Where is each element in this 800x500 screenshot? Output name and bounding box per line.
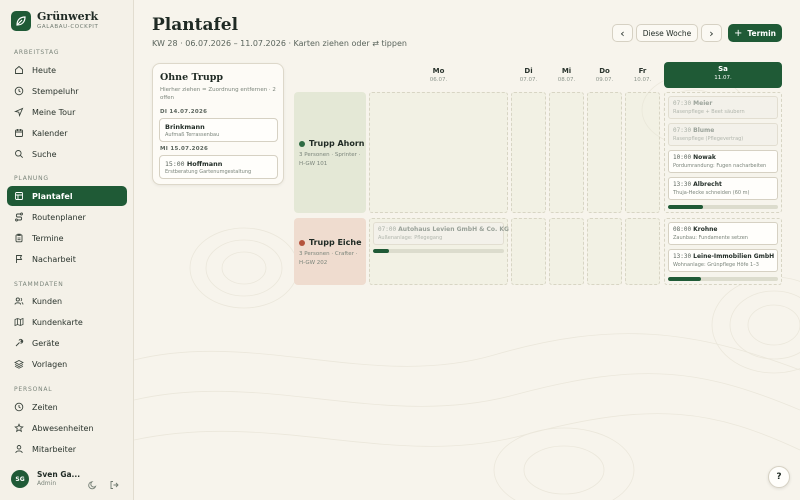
user-role: Admin — [37, 480, 57, 487]
clock-icon — [14, 86, 24, 96]
search-icon — [14, 149, 24, 159]
job-card-krohne[interactable]: 08:00 Krohne Zaunbau: Fundamente setzen — [668, 222, 778, 245]
users-icon — [14, 296, 24, 306]
sidebar-item-suche[interactable]: Suche — [7, 144, 127, 164]
user-profile[interactable]: SG Sven Ga... Admin — [11, 470, 80, 488]
user-name: Sven Ga... — [37, 470, 81, 479]
cell-ahorn-fr[interactable] — [625, 92, 660, 213]
sidebar-item-kalender[interactable]: Kalender — [7, 123, 127, 143]
moon-icon[interactable] — [88, 475, 98, 490]
page-title: Plantafel — [152, 15, 239, 35]
clock-icon — [14, 402, 24, 412]
sidebar-item-nacharbeit[interactable]: Nacharbeit — [7, 249, 127, 269]
route-icon — [14, 212, 24, 222]
next-week-button[interactable]: › — [701, 24, 722, 42]
job-card-albrecht[interactable]: 13:30 Albrecht Thuja-Hecke schneiden (60… — [668, 177, 778, 200]
progress-bar-ahorn-sa — [668, 205, 778, 209]
cell-ahorn-mo[interactable] — [369, 92, 508, 213]
sidebar-item-meine-tour[interactable]: Meine Tour — [7, 102, 127, 122]
sidebar-item-kundenkarte[interactable]: Kundenkarte — [7, 312, 127, 332]
unassigned-pool[interactable]: Ohne Trupp Hierher ziehen = Zuordnung en… — [152, 63, 284, 185]
brand-title: Grünwerk — [37, 10, 99, 23]
day-header-mo: Mo 06.07. — [429, 67, 448, 83]
prev-week-button[interactable]: ‹ — [612, 24, 633, 42]
progress-bar-eiche-mo — [373, 249, 504, 253]
section-label-planung: PLANUNG — [14, 175, 49, 182]
sidebar: Grünwerk GALABAU-COCKPIT ARBEITSTAG Heut… — [0, 0, 134, 500]
day-header-do: Do 09.07. — [595, 67, 614, 83]
flag-icon — [14, 254, 24, 264]
leaf-icon — [11, 11, 31, 31]
layers-icon — [14, 359, 24, 369]
chevron-left-icon: ‹ — [620, 26, 625, 40]
progress-bar-eiche-sa — [668, 277, 778, 281]
status-dot-icon — [299, 239, 305, 246]
sidebar-item-termine[interactable]: Termine — [7, 228, 127, 248]
job-card-nowak[interactable]: 10:00 Nowak Pordumrandung: Fugen nacharb… — [668, 150, 778, 173]
tool-icon — [14, 338, 24, 348]
sidebar-item-plantafel[interactable]: Plantafel — [7, 186, 127, 206]
sidebar-item-routenplaner[interactable]: Routenplaner — [7, 207, 127, 227]
sidebar-item-zeiten[interactable]: Zeiten — [7, 397, 127, 417]
pool-day-label: DI 14.07.2026 — [160, 109, 208, 115]
day-header-mi: Mi 08.07. — [557, 67, 576, 83]
section-label-stammdaten: STAMMDATEN — [14, 281, 64, 288]
this-week-button[interactable]: Diese Woche — [636, 24, 698, 42]
job-card-leine-immobilien[interactable]: 13:30 Leine-Immobilien GmbH Wohnanlage: … — [668, 249, 778, 272]
sidebar-item-abwesenheiten[interactable]: Abwesenheiten — [7, 418, 127, 438]
grid-icon — [14, 191, 24, 201]
sidebar-item-kunden[interactable]: Kunden — [7, 291, 127, 311]
cell-eiche-mi[interactable] — [549, 218, 584, 285]
page-subtitle: KW 28 · 06.07.2026 – 11.07.2026 · Karten… — [152, 39, 407, 48]
section-label-personal: PERSONAL — [14, 386, 53, 393]
job-card-autohaus-levien[interactable]: 07:00 Autohaus Levien GmbH & Co. KG Auße… — [373, 222, 509, 245]
pool-title: Ohne Trupp — [160, 72, 224, 83]
section-label-arbeitstag: ARBEITSTAG — [14, 49, 60, 56]
avatar: SG — [11, 470, 29, 488]
navigation-icon — [14, 107, 24, 117]
help-button[interactable]: ? — [768, 466, 790, 488]
user-icon — [14, 444, 24, 454]
sidebar-item-heute[interactable]: Heute — [7, 60, 127, 80]
status-dot-icon — [299, 140, 305, 147]
crew-label-eiche[interactable]: Trupp Eiche 3 Personen · Crafter · H-GW … — [294, 218, 366, 285]
logout-icon[interactable] — [109, 475, 119, 489]
cell-ahorn-di[interactable] — [511, 92, 546, 213]
sidebar-item-geraete[interactable]: Geräte — [7, 333, 127, 353]
clipboard-icon — [14, 233, 24, 243]
star-icon — [14, 423, 24, 433]
cell-ahorn-do[interactable] — [587, 92, 622, 213]
brand[interactable]: Grünwerk GALABAU-COCKPIT — [11, 11, 98, 31]
home-icon — [14, 65, 24, 75]
sidebar-item-vorlagen[interactable]: Vorlagen — [7, 354, 127, 374]
job-card-blume[interactable]: 07:30 Blume Rasenpflege (Pflegevertrag) — [668, 123, 778, 146]
plus-icon: + — [733, 27, 743, 39]
job-card-hoffmann[interactable]: 15:00 Hoffmann Erstberatung Gartenumgest… — [159, 155, 278, 179]
day-header-di: Di 07.07. — [519, 67, 538, 83]
map-icon — [14, 317, 24, 327]
cell-eiche-fr[interactable] — [625, 218, 660, 285]
pool-day-label: MI 15.07.2026 — [160, 146, 209, 152]
pool-hint: Hierher ziehen = Zuordnung entfernen · 2… — [160, 87, 276, 101]
sidebar-item-stempeluhr[interactable]: Stempeluhr — [7, 81, 127, 101]
cell-ahorn-mi[interactable] — [549, 92, 584, 213]
cell-eiche-do[interactable] — [587, 218, 622, 285]
job-card-brinkmann[interactable]: Brinkmann Aufmaß Terrassenbau — [159, 118, 278, 142]
calendar-icon — [14, 128, 24, 138]
day-header-sa: Sa 11.07. — [664, 62, 782, 88]
brand-subtitle: GALABAU-COCKPIT — [37, 24, 99, 30]
job-card-meier[interactable]: 07:30 Meier Rasenpflege + Beet säubern — [668, 96, 778, 119]
sidebar-item-mitarbeiter[interactable]: Mitarbeiter — [7, 439, 127, 459]
cell-eiche-di[interactable] — [511, 218, 546, 285]
day-header-fr: Fr 10.07. — [633, 67, 652, 83]
crew-label-ahorn[interactable]: Trupp Ahorn 3 Personen · Sprinter · H-GW… — [294, 92, 366, 213]
new-appointment-button[interactable]: + Termin — [728, 24, 782, 42]
chevron-right-icon: › — [709, 26, 714, 40]
